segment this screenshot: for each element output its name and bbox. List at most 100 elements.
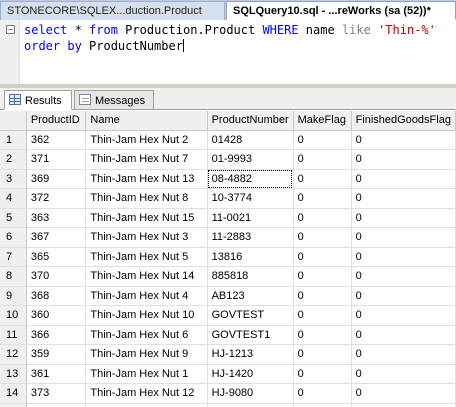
table-row[interactable]: 12 359 Thin-Jam Hex Nut 9 HJ-1213 0 0 — [0, 344, 456, 365]
collapse-icon[interactable]: − — [6, 25, 15, 34]
table-row[interactable]: 11 366 Thin-Jam Hex Nut 6 GOVTEST1 0 0 — [0, 325, 456, 345]
cell-finishedgoodsflag[interactable]: 0 — [351, 208, 456, 228]
cell-productnumber[interactable]: 10-3774 — [207, 188, 294, 209]
cell-name[interactable]: Thin-Jam Hex Nut 14 — [85, 266, 208, 287]
row-number[interactable]: 12 — [0, 344, 27, 365]
cell-productid[interactable]: 360 — [26, 305, 87, 326]
cell-productid[interactable]: 372 — [26, 188, 87, 209]
cell-finishedgoodsflag[interactable]: 0 — [351, 286, 456, 306]
tab-product-table[interactable]: STONECORE\SQLEX...duction.Product — [0, 1, 225, 20]
cell-finishedgoodsflag[interactable]: 0 — [351, 305, 456, 326]
cell-productid[interactable]: 374 — [26, 403, 87, 407]
row-number[interactable]: 11 — [0, 325, 27, 345]
cell-productid[interactable]: 361 — [26, 364, 87, 384]
cell-makeflag[interactable]: 0 — [293, 286, 352, 306]
column-header-finishedgoodsflag[interactable]: FinishedGoodsFlag — [351, 111, 456, 131]
cell-finishedgoodsflag[interactable]: 0 — [351, 130, 456, 150]
row-number[interactable]: 10 — [0, 305, 27, 326]
column-header-name[interactable]: Name — [85, 111, 208, 131]
tab-results[interactable]: Results — [4, 90, 72, 110]
table-row[interactable]: 5 363 Thin-Jam Hex Nut 15 11-0021 0 0 — [0, 208, 456, 228]
cell-name[interactable]: Thin-Jam Hex Nut 9 — [85, 344, 208, 365]
cell-makeflag[interactable]: 0 — [293, 188, 352, 209]
row-number[interactable]: 14 — [0, 383, 27, 404]
cell-productid[interactable]: 365 — [26, 247, 87, 267]
cell-productnumber[interactable]: 11-0021 — [207, 208, 294, 228]
cell-finishedgoodsflag[interactable]: 0 — [351, 169, 456, 189]
cell-name[interactable]: Thin-Jam Hex Nut 6 — [85, 325, 208, 345]
row-number[interactable]: 3 — [0, 169, 27, 189]
cell-makeflag[interactable]: 0 — [293, 247, 352, 267]
cell-productid[interactable]: 369 — [26, 169, 87, 189]
cell-makeflag[interactable]: 0 — [293, 169, 352, 189]
cell-finishedgoodsflag[interactable]: 0 — [351, 188, 456, 209]
cell-productnumber[interactable]: 01428 — [207, 130, 294, 150]
cell-name[interactable]: Thin-Jam Hex Nut 4 — [85, 286, 208, 306]
cell-name[interactable]: Thin-Jam Hex Nut 13 — [85, 169, 208, 189]
cell-makeflag[interactable]: 0 — [293, 227, 352, 248]
cell-name[interactable]: Thin-Jam Hex Nut 5 — [85, 247, 208, 267]
cell-productnumber[interactable]: GOVTEST1 — [207, 325, 294, 345]
row-number[interactable]: 9 — [0, 286, 27, 306]
table-row[interactable]: 15374Thin-Jam Hex Nut 11HJ-916100 — [0, 403, 456, 407]
cell-productnumber[interactable]: 01-9993 — [207, 149, 294, 170]
cell-productid[interactable]: 367 — [26, 227, 87, 248]
table-row[interactable]: 14 373 Thin-Jam Hex Nut 12 HJ-9080 0 0 — [0, 383, 456, 404]
cell-finishedgoodsflag[interactable]: 0 — [351, 344, 456, 365]
tab-sqlquery10[interactable]: SQLQuery10.sql - ...reWorks (sa (52))* — [226, 1, 456, 20]
row-number[interactable]: 4 — [0, 188, 27, 209]
cell-name[interactable]: Thin-Jam Hex Nut 11 — [85, 403, 208, 407]
table-row[interactable]: 6 367 Thin-Jam Hex Nut 3 11-2883 0 0 — [0, 227, 456, 248]
table-row[interactable]: 8 370 Thin-Jam Hex Nut 14 885818 0 0 — [0, 266, 456, 287]
tab-messages[interactable]: Messages — [74, 90, 154, 110]
row-number-header[interactable] — [0, 111, 27, 131]
cell-productnumber[interactable]: HJ-9080 — [207, 383, 294, 404]
cell-makeflag[interactable]: 0 — [293, 403, 352, 407]
cell-makeflag[interactable]: 0 — [293, 305, 352, 326]
cell-makeflag[interactable]: 0 — [293, 266, 352, 287]
cell-finishedgoodsflag[interactable]: 0 — [351, 383, 456, 404]
row-number[interactable]: 2 — [0, 149, 27, 170]
cell-productnumber[interactable]: AB123 — [207, 286, 294, 306]
cell-productid[interactable]: 368 — [26, 286, 87, 306]
row-number[interactable]: 7 — [0, 247, 27, 267]
cell-productid[interactable]: 373 — [26, 383, 87, 404]
cell-name[interactable]: Thin-Jam Hex Nut 8 — [85, 188, 208, 209]
query-text[interactable]: select * from Production.Product WHERE n… — [24, 22, 436, 54]
cell-makeflag[interactable]: 0 — [293, 325, 352, 345]
table-row[interactable]: 7 365 Thin-Jam Hex Nut 5 13816 0 0 — [0, 247, 456, 267]
table-row[interactable]: 10 360 Thin-Jam Hex Nut 10 GOVTEST 0 0 — [0, 305, 456, 326]
column-header-productnumber[interactable]: ProductNumber — [207, 111, 294, 131]
cell-productid[interactable]: 362 — [26, 130, 87, 150]
table-row[interactable]: 2 371 Thin-Jam Hex Nut 7 01-9993 0 0 — [0, 149, 456, 170]
cell-finishedgoodsflag[interactable]: 0 — [351, 364, 456, 384]
cell-name[interactable]: Thin-Jam Hex Nut 15 — [85, 208, 208, 228]
cell-name[interactable]: Thin-Jam Hex Nut 1 — [85, 364, 208, 384]
cell-productnumber[interactable]: HJ-1420 — [207, 364, 294, 384]
cell-name[interactable]: Thin-Jam Hex Nut 2 — [85, 130, 208, 150]
cell-productid[interactable]: 371 — [26, 149, 87, 170]
cell-makeflag[interactable]: 0 — [293, 364, 352, 384]
row-number[interactable]: 5 — [0, 208, 27, 228]
cell-name[interactable]: Thin-Jam Hex Nut 3 — [85, 227, 208, 248]
cell-productid[interactable]: 366 — [26, 325, 87, 345]
cell-makeflag[interactable]: 0 — [293, 344, 352, 365]
cell-finishedgoodsflag[interactable]: 0 — [351, 227, 456, 248]
cell-makeflag[interactable]: 0 — [293, 130, 352, 150]
cell-productnumber[interactable]: HJ-9161 — [207, 403, 294, 407]
cell-name[interactable]: Thin-Jam Hex Nut 10 — [85, 305, 208, 326]
cell-productnumber[interactable]: 11-2883 — [207, 227, 294, 248]
column-header-productid[interactable]: ProductID — [26, 111, 87, 131]
row-number[interactable]: 1 — [0, 130, 27, 150]
row-number[interactable]: 6 — [0, 227, 27, 248]
cell-name[interactable]: Thin-Jam Hex Nut 12 — [85, 383, 208, 404]
row-number[interactable]: 15 — [0, 403, 27, 407]
cell-finishedgoodsflag[interactable]: 0 — [351, 325, 456, 345]
row-number[interactable]: 8 — [0, 266, 27, 287]
cell-productnumber[interactable]: 08-4882 — [207, 169, 294, 189]
cell-productid[interactable]: 359 — [26, 344, 87, 365]
cell-productnumber[interactable]: 13816 — [207, 247, 294, 267]
table-row[interactable]: 1 362 Thin-Jam Hex Nut 2 01428 0 0 — [0, 130, 456, 150]
cell-productid[interactable]: 363 — [26, 208, 87, 228]
query-editor[interactable]: − select * from Production.Product WHERE… — [0, 20, 456, 104]
